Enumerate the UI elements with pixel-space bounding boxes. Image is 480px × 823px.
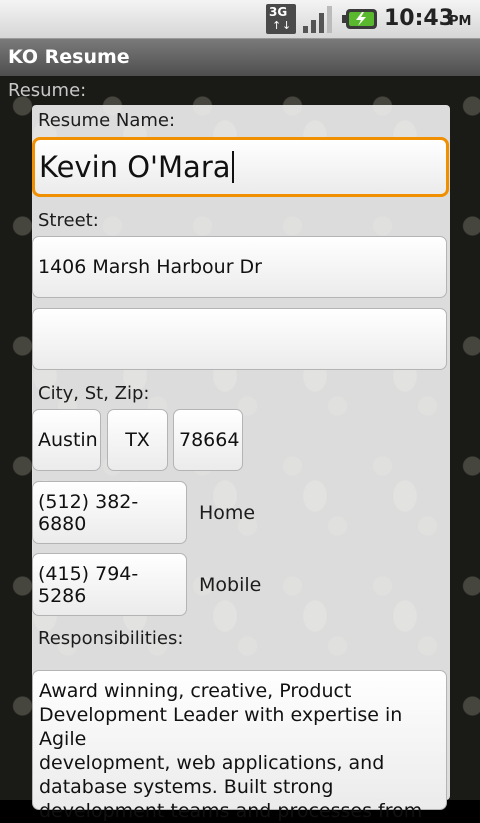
mobile-phone-value: (415) 794-5286 (38, 562, 139, 607)
street-line2-input[interactable] (32, 308, 447, 370)
resume-name-input[interactable]: Kevin O'Mara (32, 137, 449, 197)
mobile-phone-input[interactable]: (415) 794-5286 (32, 553, 187, 616)
city-state-zip-label: City, St, Zip: (38, 383, 150, 404)
responsibilities-line: database systems. Built strong (39, 776, 334, 798)
resume-name-label: Resume Name: (38, 110, 176, 131)
street-line1-value: 1406 Marsh Harbour Dr (38, 256, 262, 278)
responsibilities-textarea[interactable]: Award winning, creative, Product Develop… (32, 670, 447, 822)
responsibilities-line: development teams and processes from (39, 800, 423, 822)
zip-value: 78664 (179, 429, 240, 451)
responsibilities-label: Responsibilities: (38, 628, 184, 649)
city-input[interactable]: Austin (32, 409, 101, 471)
battery-charging-icon (342, 9, 377, 29)
responsibilities-line: Development Leader with expertise in Agi… (39, 704, 403, 750)
home-phone-input[interactable]: (512) 382-6880 (32, 481, 187, 544)
state-input[interactable]: TX (107, 409, 168, 471)
3g-data-icon: 3G ↑ ↓ (266, 4, 296, 34)
status-bar: 3G ↑ ↓ 10:43 PM (0, 0, 480, 39)
app-title: KO Resume (8, 46, 130, 68)
city-value: Austin (38, 429, 98, 451)
street-label: Street: (38, 210, 99, 231)
network-type-label: 3G (269, 5, 288, 19)
clock-time: 10:43 (384, 6, 455, 31)
responsibilities-line: development, web applications, and (39, 752, 385, 774)
state-value: TX (125, 429, 150, 451)
street-line1-input[interactable]: 1406 Marsh Harbour Dr (32, 236, 447, 298)
app-title-bar: KO Resume (0, 39, 480, 76)
resume-section-label: Resume: (8, 80, 87, 101)
clock-ampm: PM (449, 14, 472, 29)
text-cursor (231, 151, 234, 183)
home-phone-value: (512) 382-6880 (38, 490, 139, 535)
zip-input[interactable]: 78664 (173, 409, 243, 471)
resume-name-value: Kevin O'Mara (39, 150, 231, 184)
mobile-phone-label: Mobile (199, 574, 262, 596)
signal-strength-icon (303, 6, 332, 33)
home-phone-label: Home (199, 502, 256, 524)
responsibilities-line: Award winning, creative, Product (39, 680, 352, 702)
